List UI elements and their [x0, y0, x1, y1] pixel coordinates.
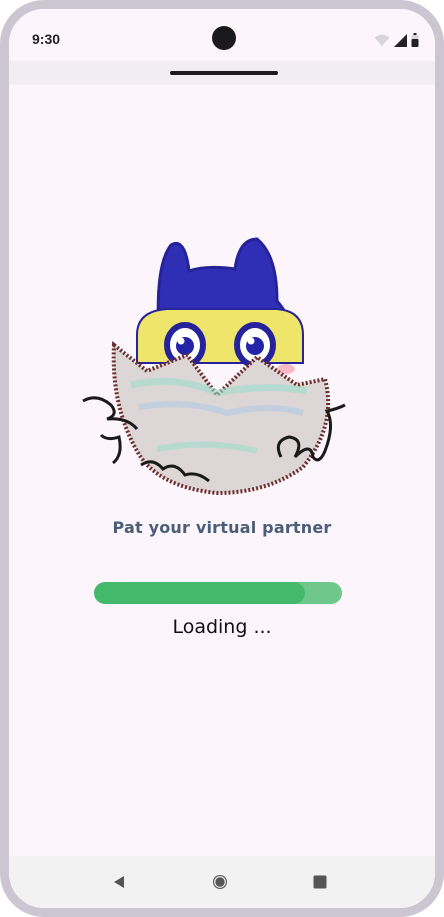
wifi-icon	[374, 34, 390, 46]
system-nav-bar	[9, 856, 435, 908]
status-icons	[374, 33, 419, 47]
tagline: Pat your virtual partner	[112, 518, 332, 537]
mimichi-logo	[82, 237, 346, 496]
signal-icon	[394, 34, 407, 47]
front-camera	[212, 26, 236, 50]
phone-frame: 9:30 Pat your virtual partner Loading ..…	[0, 0, 444, 917]
loading-progress-fill	[94, 582, 305, 604]
status-bar: 9:30	[9, 9, 435, 61]
top-app-bar	[9, 61, 435, 85]
drag-handle[interactable]	[170, 71, 278, 75]
status-time: 9:30	[32, 31, 61, 47]
recents-icon	[313, 875, 327, 889]
loading-label: Loading ...	[172, 616, 272, 638]
home-icon	[213, 875, 227, 889]
loading-progress-bar	[94, 582, 342, 604]
back-icon	[114, 876, 124, 888]
home-button[interactable]	[208, 870, 232, 894]
battery-icon	[411, 33, 419, 47]
recents-button[interactable]	[308, 870, 332, 894]
back-button[interactable]	[107, 870, 131, 894]
